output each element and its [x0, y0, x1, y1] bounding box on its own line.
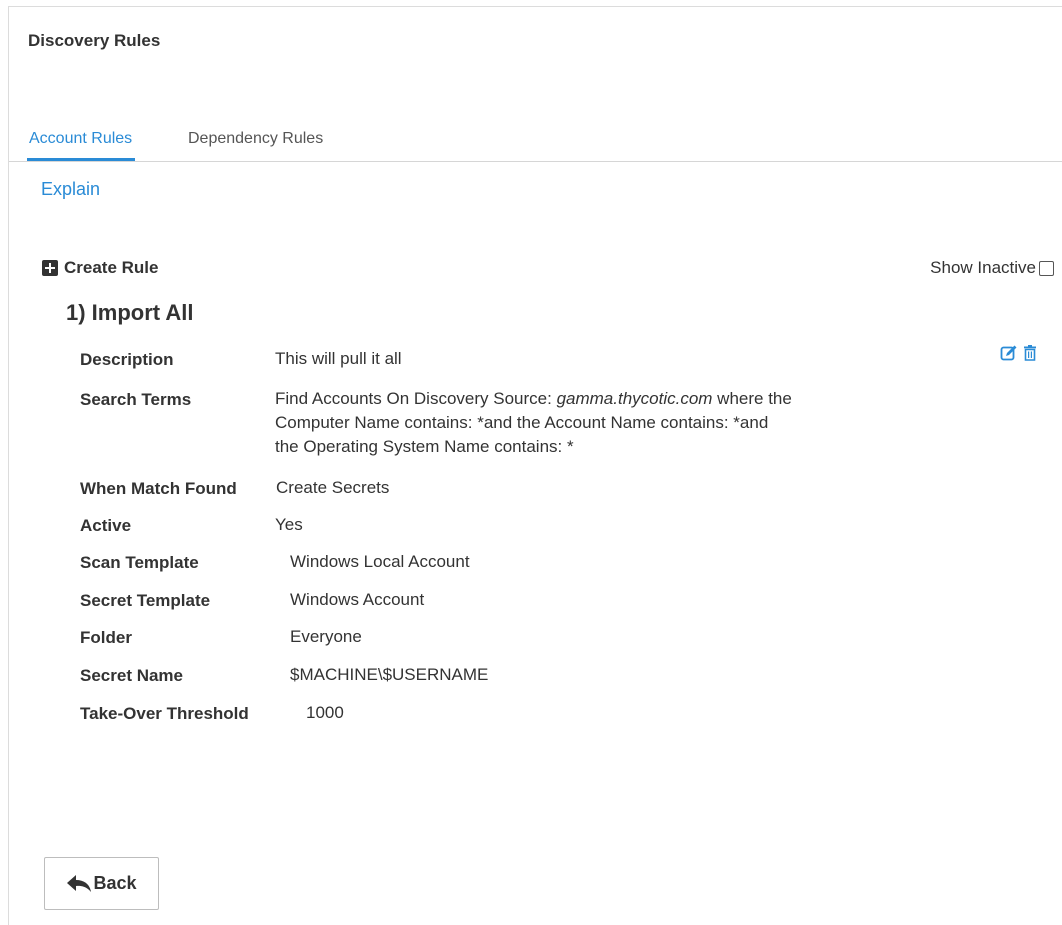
search-terms-label: Search Terms	[80, 390, 192, 409]
rule-actions	[1000, 344, 1039, 362]
description-value: This will pull it all	[275, 349, 402, 368]
description-label: Description	[80, 350, 174, 369]
create-rule-label: Create Rule	[64, 258, 159, 277]
when-match-label: When Match Found	[80, 479, 237, 498]
tab-dependency-rules[interactable]: Dependency Rules	[188, 130, 323, 148]
page-title: Discovery Rules	[28, 31, 161, 50]
active-value: Yes	[275, 515, 303, 534]
rule-title: 1) Import All	[66, 300, 194, 325]
tab-bar: Account Rules Dependency Rules	[9, 116, 1062, 162]
explain-link[interactable]: Explain	[41, 179, 100, 200]
reply-arrow-icon	[67, 874, 92, 892]
search-terms-prefix: Find Accounts On Discovery Source:	[275, 389, 557, 408]
search-terms-line-1: Find Accounts On Discovery Source: gamma…	[275, 387, 792, 411]
plus-square-icon	[42, 260, 58, 276]
tab-account-rules[interactable]: Account Rules	[26, 130, 136, 161]
scan-template-label: Scan Template	[80, 553, 199, 572]
folder-label: Folder	[80, 628, 132, 647]
secret-template-value: Windows Account	[290, 590, 425, 609]
show-inactive-toggle[interactable]: Show Inactive	[930, 258, 1054, 278]
show-inactive-checkbox[interactable]	[1039, 261, 1054, 276]
when-match-value: Create Secrets	[276, 478, 390, 497]
back-label: Back	[93, 873, 137, 893]
takeover-threshold-value: 1000	[306, 703, 344, 722]
search-terms-line-3: the Operating System Name contains: *	[275, 437, 574, 456]
create-rule-button[interactable]: Create Rule	[42, 258, 158, 278]
discovery-source: gamma.thycotic.com	[556, 389, 713, 408]
scan-template-value: Windows Local Account	[290, 552, 470, 571]
search-terms-value: Find Accounts On Discovery Source: gamma…	[275, 387, 792, 459]
search-terms-line-2: Computer Name contains: *and the Account…	[275, 413, 769, 432]
search-terms-line1-suffix: where the	[712, 389, 792, 408]
secret-template-label: Secret Template	[80, 591, 211, 610]
back-button[interactable]: Back	[44, 857, 159, 910]
secret-name-label: Secret Name	[80, 666, 184, 685]
trash-icon[interactable]	[1021, 344, 1039, 362]
edit-icon[interactable]	[1000, 344, 1018, 362]
secret-name-value: $MACHINE\$USERNAME	[290, 665, 489, 684]
active-label: Active	[80, 516, 132, 535]
folder-value: Everyone	[290, 627, 362, 646]
show-inactive-label: Show Inactive	[930, 258, 1036, 277]
takeover-threshold-label: Take-Over Threshold	[80, 704, 249, 723]
